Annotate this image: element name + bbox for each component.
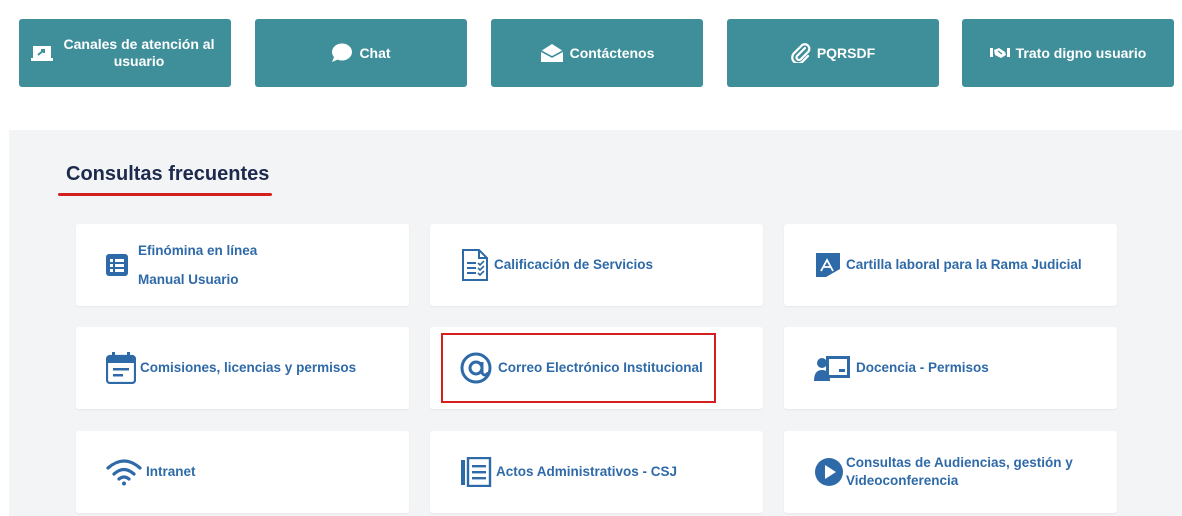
card-teaching-permits-label: Docencia - Permisos bbox=[856, 360, 989, 375]
chat-button-label: Chat bbox=[359, 44, 391, 61]
contact-button[interactable]: Contáctenos bbox=[491, 19, 703, 87]
card-institutional-email[interactable]: Correo Electrónico Institucional bbox=[430, 327, 763, 409]
signature-icon bbox=[814, 251, 842, 279]
card-hearings[interactable]: Consultas de Audiencias, gestión y Video… bbox=[784, 431, 1117, 513]
wifi-icon bbox=[106, 458, 142, 486]
chat-button[interactable]: Chat bbox=[255, 19, 467, 87]
card-labor-booklet-label: Cartilla laboral para la Rama Judicial bbox=[846, 257, 1082, 272]
play-circle-icon bbox=[814, 457, 844, 487]
pqrsdf-button-label: PQRSDF bbox=[816, 44, 876, 61]
teacher-board-icon bbox=[814, 353, 852, 383]
card-admin-acts[interactable]: Actos Administrativos - CSJ bbox=[430, 431, 763, 513]
laptop-share-icon bbox=[31, 44, 53, 62]
card-commissions-label: Comisiones, licencias y permisos bbox=[140, 360, 357, 375]
card-hearings-line1: Consultas de Audiencias, gestión y bbox=[846, 455, 1073, 470]
at-sign-icon bbox=[460, 352, 494, 384]
channels-button[interactable]: Canales de atención al usuario bbox=[19, 19, 231, 87]
section-title: Consultas frecuentes bbox=[66, 163, 270, 185]
pqrsdf-button[interactable]: PQRSDF bbox=[727, 19, 939, 87]
card-labor-booklet[interactable]: Cartilla laboral para la Rama Judicial bbox=[784, 224, 1117, 306]
handshake-icon bbox=[989, 45, 1010, 61]
list-icon bbox=[106, 254, 128, 276]
card-intranet-label: Intranet bbox=[146, 464, 196, 479]
paperclip-icon bbox=[791, 43, 811, 63]
card-service-rating-label: Calificación de Servicios bbox=[494, 257, 654, 272]
card-hearings-line2: Videoconferencia bbox=[846, 473, 959, 488]
section-title-underline bbox=[58, 193, 272, 196]
dignified-treatment-button[interactable]: Trato digno usuario bbox=[962, 19, 1174, 87]
card-efinomina-text: Efinómina en línea Manual Usuario bbox=[138, 242, 257, 289]
card-hearings-text: Consultas de Audiencias, gestión y Video… bbox=[846, 454, 1073, 490]
dignified-treatment-button-label: Trato digno usuario bbox=[1015, 44, 1147, 61]
checklist-document-icon bbox=[460, 248, 490, 282]
channels-button-label: Canales de atención al usuario bbox=[63, 36, 215, 69]
service-channels-bar: Canales de atención al usuario Chat Cont… bbox=[0, 0, 1182, 120]
card-service-rating[interactable]: Calificación de Servicios bbox=[430, 224, 763, 306]
card-teaching-permits[interactable]: Docencia - Permisos bbox=[784, 327, 1117, 409]
document-lines-icon bbox=[460, 457, 492, 487]
contact-button-label: Contáctenos bbox=[569, 44, 655, 61]
chat-bubble-icon bbox=[331, 43, 353, 63]
user-manual-link[interactable]: Manual Usuario bbox=[138, 271, 257, 289]
card-institutional-email-label: Correo Electrónico Institucional bbox=[498, 360, 703, 375]
card-admin-acts-label: Actos Administrativos - CSJ bbox=[496, 464, 678, 479]
calendar-icon bbox=[106, 352, 136, 384]
efinomina-link[interactable]: Efinómina en línea bbox=[138, 242, 257, 260]
card-intranet[interactable]: Intranet bbox=[76, 431, 409, 513]
envelope-open-icon bbox=[540, 43, 564, 63]
card-commissions[interactable]: Comisiones, licencias y permisos bbox=[76, 327, 409, 409]
card-efinomina[interactable]: Efinómina en línea Manual Usuario bbox=[76, 224, 409, 306]
